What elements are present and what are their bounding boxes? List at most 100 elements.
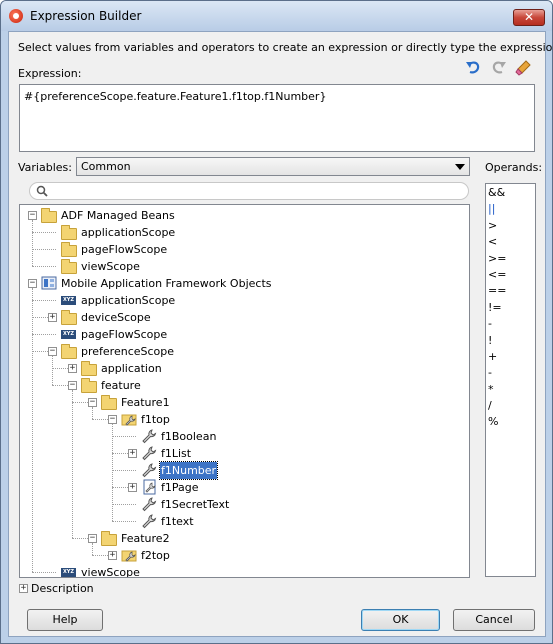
expand-icon[interactable]: + xyxy=(108,551,117,560)
undo-icon[interactable] xyxy=(464,59,482,77)
operand-item[interactable]: - xyxy=(488,316,535,332)
tree-node[interactable]: − Feature1 xyxy=(20,394,469,411)
tree-connector xyxy=(32,334,56,335)
folder-icon xyxy=(101,531,117,546)
tree-node[interactable]: − ADF Managed Beans xyxy=(20,207,469,224)
bean-page-icon xyxy=(143,479,156,495)
bean-folder-icon xyxy=(121,414,137,426)
tree-node-label: ADF Managed Beans xyxy=(61,209,175,222)
variables-label: Variables: xyxy=(18,161,72,174)
collapse-icon[interactable]: − xyxy=(88,534,97,543)
folder-icon xyxy=(41,208,57,223)
tree-node[interactable]: f1Boolean xyxy=(20,428,469,445)
collapse-icon[interactable]: − xyxy=(28,211,37,220)
window-title: Expression Builder xyxy=(30,9,142,23)
folder-icon xyxy=(81,361,97,376)
app-icon xyxy=(9,9,23,23)
operand-item[interactable]: ! xyxy=(488,333,535,349)
description-expand-icon[interactable]: + xyxy=(19,584,28,593)
tree-connector xyxy=(32,232,56,233)
tree-node-label: f1SecretText xyxy=(161,498,230,511)
tree-node[interactable]: + deviceScope xyxy=(20,309,469,326)
collapse-icon[interactable]: − xyxy=(88,398,97,407)
expression-input[interactable]: #{preferenceScope.feature.Feature1.f1top… xyxy=(19,84,535,152)
tree-node[interactable]: viewScope xyxy=(20,258,469,275)
xyz-icon: XYZ xyxy=(61,296,76,305)
tree-node-label: applicationScope xyxy=(81,226,176,239)
tree-node[interactable]: + f2top xyxy=(20,547,469,564)
variables-select[interactable]: Common xyxy=(76,157,470,176)
search-icon xyxy=(36,185,48,197)
collapse-icon[interactable]: − xyxy=(108,415,117,424)
clear-icon[interactable] xyxy=(514,59,532,77)
collapse-icon[interactable]: − xyxy=(28,279,37,288)
wrench-icon xyxy=(142,429,157,444)
close-button[interactable]: ✕ xyxy=(513,9,545,26)
tree-connector xyxy=(112,521,136,522)
expand-icon[interactable]: + xyxy=(68,364,77,373)
tree-node-label: Feature1 xyxy=(121,396,170,409)
operand-item[interactable]: == xyxy=(488,283,535,299)
operand-item[interactable]: < xyxy=(488,234,535,250)
collapse-icon[interactable]: − xyxy=(68,381,77,390)
operand-item[interactable]: + xyxy=(488,349,535,365)
title-bar: Expression Builder ✕ xyxy=(1,1,552,31)
expand-icon[interactable]: + xyxy=(48,313,57,322)
tree-connector xyxy=(32,572,56,573)
tree-node[interactable]: + f1List xyxy=(20,445,469,462)
tree-node-label: f2top xyxy=(141,549,170,562)
tree-node[interactable]: + f1Page xyxy=(20,479,469,496)
tree-node[interactable]: applicationScope xyxy=(20,224,469,241)
operand-item[interactable]: - xyxy=(488,365,535,381)
tree-node-label: f1Page xyxy=(161,481,199,494)
operands-list: && || > < >= <= == != -! + - * /% xyxy=(485,183,536,577)
tree-node[interactable]: − feature xyxy=(20,377,469,394)
tree-node[interactable]: − preferenceScope xyxy=(20,343,469,360)
tree-node-label: f1List xyxy=(161,447,192,460)
folder-icon xyxy=(61,310,77,325)
folder-icon xyxy=(61,259,77,274)
tree-node[interactable]: XYZ applicationScope xyxy=(20,292,469,309)
operand-item[interactable]: * xyxy=(488,382,535,398)
tree-node-label: pageFlowScope xyxy=(81,243,168,256)
tree-node[interactable]: − Feature2 xyxy=(20,530,469,547)
tree-node[interactable]: f1Number xyxy=(20,461,469,480)
operand-item[interactable]: <= xyxy=(488,267,535,283)
expand-icon[interactable]: + xyxy=(128,449,137,458)
tree-node-label: application xyxy=(101,362,162,375)
operand-item[interactable]: || xyxy=(488,201,535,217)
operand-item[interactable]: != xyxy=(488,300,535,316)
expression-label: Expression: xyxy=(18,67,82,80)
description-toggle[interactable]: Description xyxy=(31,582,94,595)
operand-item[interactable]: && xyxy=(488,185,535,201)
folder-icon xyxy=(61,225,77,240)
expand-icon[interactable]: + xyxy=(128,483,137,492)
tree-node[interactable]: f1text xyxy=(20,513,469,530)
tree-node-label: Feature2 xyxy=(121,532,170,545)
tree-node-label: f1text xyxy=(161,515,194,528)
operand-item[interactable]: > xyxy=(488,218,535,234)
tree-node[interactable]: − f1top xyxy=(20,411,469,428)
tree-node[interactable]: f1SecretText xyxy=(20,496,469,513)
tree-node[interactable]: + application xyxy=(20,360,469,377)
mobile-objects-icon xyxy=(41,276,57,290)
operand-item[interactable]: >= xyxy=(488,251,535,267)
operand-item[interactable]: % xyxy=(488,414,535,430)
variables-tree[interactable]: − ADF Managed Beans applicationScope pageFl… xyxy=(19,204,470,578)
collapse-icon[interactable]: − xyxy=(48,347,57,356)
xyz-icon: XYZ xyxy=(61,568,76,577)
tree-node-label: feature xyxy=(101,379,141,392)
tree-node-label: pageFlowScope xyxy=(81,328,168,341)
tree-node[interactable]: − Mobile Application Framework Objects xyxy=(20,275,469,292)
tree-node-label: viewScope xyxy=(81,566,140,578)
tree-connector xyxy=(112,504,136,505)
tree-node[interactable]: XYZ viewScope xyxy=(20,564,469,578)
ok-button[interactable]: OK xyxy=(361,609,440,631)
cancel-button[interactable]: Cancel xyxy=(453,609,535,631)
tree-search-input[interactable] xyxy=(29,182,469,200)
redo-icon[interactable] xyxy=(490,59,508,77)
help-button[interactable]: Help xyxy=(27,609,103,631)
tree-node[interactable]: XYZ pageFlowScope xyxy=(20,326,469,343)
operand-item[interactable]: / xyxy=(488,398,535,414)
tree-node[interactable]: pageFlowScope xyxy=(20,241,469,258)
